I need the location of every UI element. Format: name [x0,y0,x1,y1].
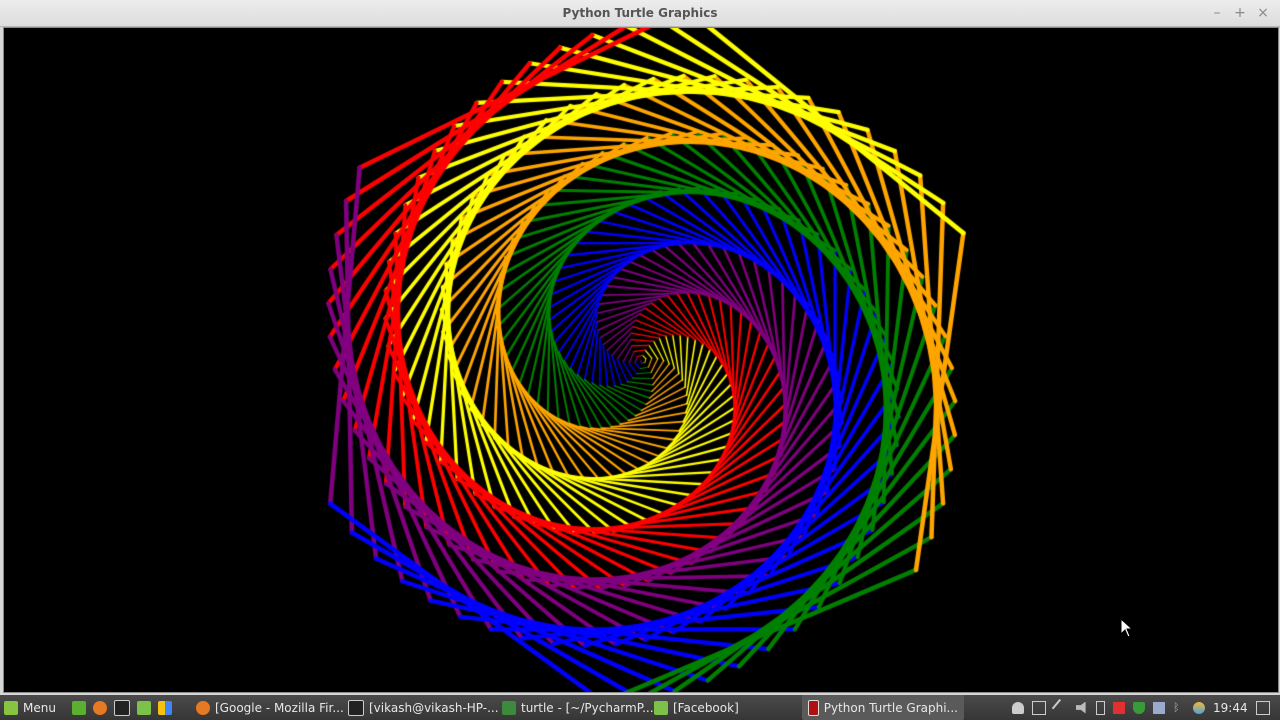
recorder-icon[interactable] [1113,701,1125,714]
pycharm-icon [502,700,516,715]
maximize-button[interactable]: + [1231,4,1249,22]
folder-icon [654,700,668,715]
spiral-drawing [4,28,1278,692]
pen-icon[interactable] [1051,698,1071,717]
menu-label: Menu [23,700,56,715]
clock[interactable]: 19:44 [1213,701,1248,715]
turtle-canvas[interactable] [3,27,1279,693]
task-terminal[interactable]: [vikash@vikash-HP-... [342,695,505,720]
shield-icon[interactable] [1133,701,1145,714]
files-launcher-icon[interactable] [137,700,151,715]
minimize-button[interactable]: – [1208,4,1226,22]
workspace-icon[interactable] [1255,700,1270,715]
terminal-icon [348,699,364,716]
window-title: Python Turtle Graphics [562,6,718,20]
task-pycharm[interactable]: turtle - [~/PycharmP... [496,695,660,720]
task-label: Python Turtle Graphi... [823,700,958,715]
clipboard-icon[interactable] [1032,700,1046,715]
weather-icon[interactable] [1193,701,1205,714]
task-turtle-graphics[interactable]: Python Turtle Graphi... [802,695,964,720]
task-firefox[interactable]: [Google - Mozilla Fir... [190,695,350,720]
user-icon[interactable] [1012,701,1024,714]
firefox-icon [196,700,210,715]
tk-window-icon [808,699,819,716]
bluetooth-icon[interactable]: ᛒ [1173,701,1185,714]
terminal-launcher-icon[interactable] [114,699,130,716]
battery-icon[interactable] [1096,700,1105,715]
menu-button[interactable]: Menu [4,695,56,720]
show-desktop-icon[interactable] [72,700,86,715]
app-launcher-icon[interactable] [158,700,172,715]
task-label: [vikash@vikash-HP-... [369,700,499,715]
taskbar: Menu [Google - Mozilla Fir... [vikash@vi… [0,695,1280,720]
dropbox-icon[interactable] [1153,701,1165,714]
task-facebook[interactable]: [Facebook] [648,695,745,720]
mint-logo-icon [4,700,18,715]
mouse-cursor-icon [1120,618,1134,638]
firefox-launcher-icon[interactable] [93,700,107,715]
close-button[interactable]: × [1254,4,1272,22]
title-bar: Python Turtle Graphics – + × [0,0,1280,27]
volume-icon[interactable] [1076,701,1086,714]
task-label: turtle - [~/PycharmP... [521,700,654,715]
task-label: [Google - Mozilla Fir... [215,700,344,715]
task-label: [Facebook] [673,700,739,715]
